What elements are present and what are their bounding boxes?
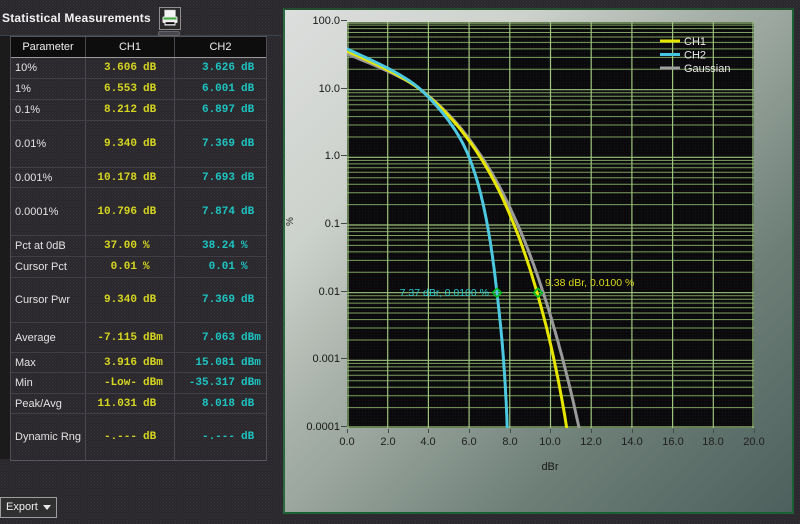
- svg-text:CH2: CH2: [684, 50, 706, 62]
- svg-text:Gaussian: Gaussian: [684, 63, 730, 75]
- svg-text:9.38 dBr, 0.0100 %: 9.38 dBr, 0.0100 %: [545, 277, 634, 289]
- svg-text:7.37 dBr, 0.0100 %: 7.37 dBr, 0.0100 %: [400, 287, 489, 299]
- svg-text:CH1: CH1: [684, 36, 706, 48]
